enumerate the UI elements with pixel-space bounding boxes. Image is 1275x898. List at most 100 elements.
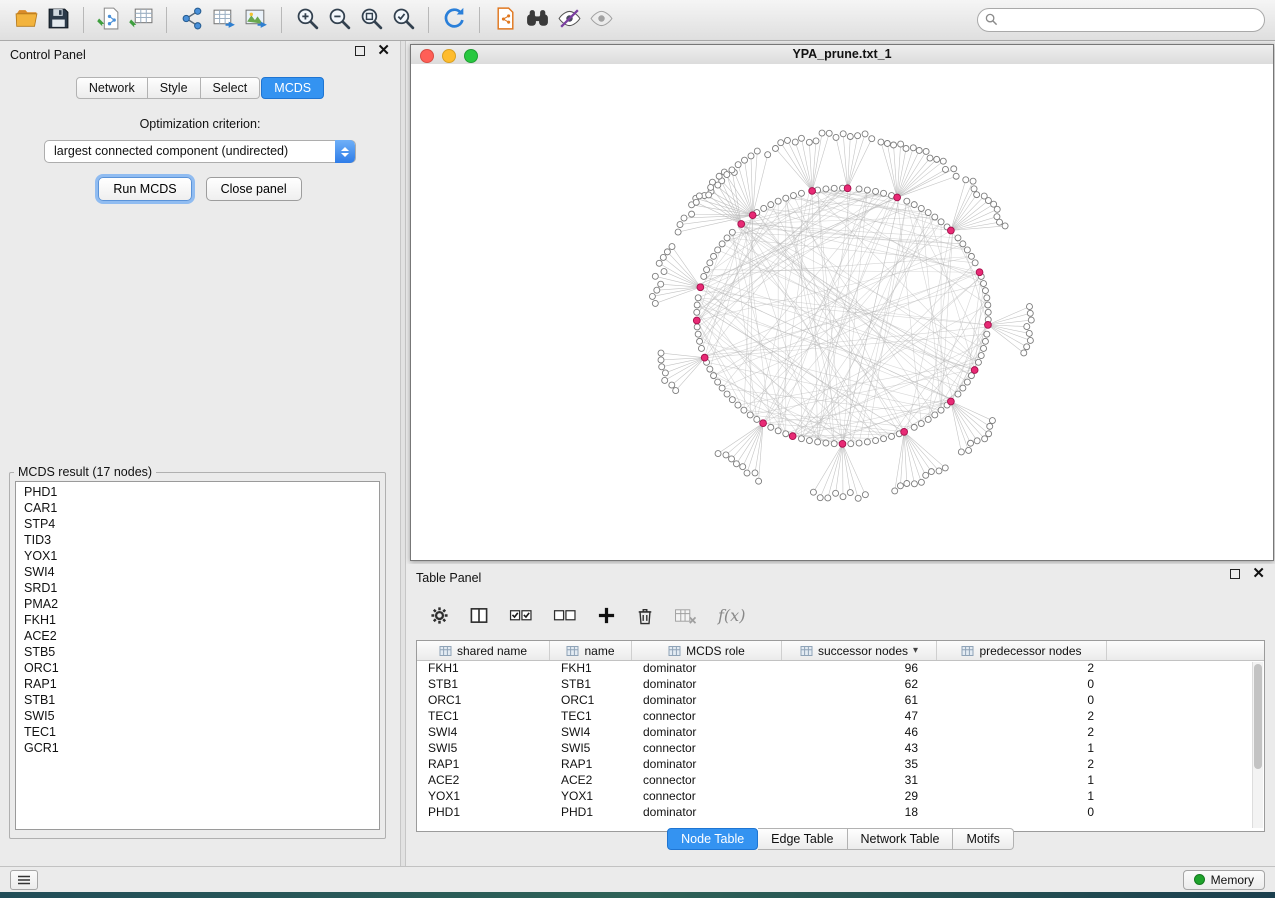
apply-layout-button[interactable] [438,4,470,36]
table-row[interactable]: PHD1PHD1dominator180 [417,804,1264,820]
window-close-icon[interactable] [420,49,434,63]
tab-style[interactable]: Style [148,77,201,99]
mcds-result-list[interactable]: PHD1CAR1STP4TID3YOX1SWI4SRD1PMA2FKH1ACE2… [15,481,380,830]
show-column-button[interactable] [469,606,489,625]
tab-network-table[interactable]: Network Table [848,828,954,850]
mcds-result-item[interactable]: ORC1 [16,660,379,676]
table-cell: dominator [632,804,782,820]
network-document-button[interactable] [489,4,521,36]
table-row[interactable]: YOX1YOX1connector291 [417,788,1264,804]
run-mcds-button[interactable]: Run MCDS [98,177,191,201]
table-cell: connector [632,772,782,788]
table-scrollbar[interactable] [1252,662,1263,828]
mcds-result-item[interactable]: SWI4 [16,564,379,580]
scrollbar-thumb[interactable] [1254,664,1262,769]
delete-column-button[interactable] [636,606,654,625]
tab-mcds[interactable]: MCDS [261,77,324,99]
memory-button[interactable]: Memory [1183,870,1265,890]
zoom-fit-button[interactable] [355,4,387,36]
import-network-button[interactable] [93,4,125,36]
show-graphics-button[interactable] [585,4,617,36]
export-table-button[interactable] [208,4,240,36]
tab-network[interactable]: Network [76,77,148,99]
table-row[interactable]: SWI5SWI5connector431 [417,740,1264,756]
mcds-result-item[interactable]: RAP1 [16,676,379,692]
close-panel-icon[interactable]: ✕ [377,45,390,57]
criterion-dropdown[interactable]: largest connected component (undirected) [44,140,356,163]
export-image-button[interactable] [240,4,272,36]
table-cell: 2 [937,708,1107,724]
column-header-name[interactable]: name [550,641,632,660]
window-zoom-icon[interactable] [464,49,478,63]
mcds-result-item[interactable]: CAR1 [16,500,379,516]
zoom-in-button[interactable] [291,4,323,36]
export-network-button[interactable] [176,4,208,36]
tab-node-table[interactable]: Node Table [667,828,758,850]
mcds-result-item[interactable]: GCR1 [16,740,379,756]
delete-table-button [674,606,698,625]
table-cell: connector [632,740,782,756]
float-table-panel-icon[interactable] [1230,569,1240,579]
column-type-icon [668,645,681,657]
column-header-predecessor-nodes[interactable]: predecessor nodes [937,641,1107,660]
close-panel-button[interactable]: Close panel [206,177,302,201]
export-table-icon [212,6,237,34]
save-session-button[interactable] [42,4,74,36]
table-row[interactable]: ACE2ACE2connector311 [417,772,1264,788]
column-header-shared-name[interactable]: shared name [417,641,550,660]
mcds-result-group: MCDS result (17 nodes) PHD1CAR1STP4TID3Y… [9,465,386,839]
import-table-button[interactable] [125,4,157,36]
add-column-button[interactable] [597,606,616,625]
mcds-result-item[interactable]: STB1 [16,692,379,708]
mcds-result-item[interactable]: SWI5 [16,708,379,724]
search-input[interactable] [977,8,1265,32]
table-row[interactable]: ORC1ORC1dominator610 [417,692,1264,708]
mcds-result-item[interactable]: ACE2 [16,628,379,644]
table-row[interactable]: FKH1FKH1dominator962 [417,660,1264,676]
window-minimize-icon[interactable] [442,49,456,63]
mcds-result-item[interactable]: TID3 [16,532,379,548]
table-cell: ORC1 [550,692,632,708]
select-all-button[interactable] [509,606,533,625]
zoom-out-button[interactable] [323,4,355,36]
function-builder-button: f(x) [718,606,745,625]
network-window-titlebar[interactable]: YPA_prune.txt_1 [411,45,1273,65]
table-row[interactable]: SWI4SWI4dominator462 [417,724,1264,740]
toolbar-separator [166,7,167,33]
network-canvas[interactable] [411,64,1273,560]
table-row[interactable]: RAP1RAP1dominator352 [417,756,1264,772]
table-panel-tabs: Node Table Edge Table Network Table Moti… [406,828,1275,850]
mcds-result-item[interactable]: TEC1 [16,724,379,740]
mcds-result-item[interactable]: PHD1 [16,484,379,500]
zoom-selected-button[interactable] [387,4,419,36]
memory-label: Memory [1211,873,1254,887]
mcds-result-item[interactable]: YOX1 [16,548,379,564]
mcds-result-item[interactable]: PMA2 [16,596,379,612]
table-cell: 1 [937,772,1107,788]
status-menu-button[interactable] [10,870,38,890]
table-row[interactable]: TEC1TEC1connector472 [417,708,1264,724]
table-row[interactable]: STB1STB1dominator620 [417,676,1264,692]
hamburger-icon [17,875,31,885]
tab-edge-table[interactable]: Edge Table [758,828,847,850]
close-table-panel-icon[interactable]: ✕ [1252,568,1265,580]
mcds-result-item[interactable]: STP4 [16,516,379,532]
mcds-result-item[interactable]: SRD1 [16,580,379,596]
column-header-mcds-role[interactable]: MCDS role [632,641,782,660]
tab-motifs[interactable]: Motifs [953,828,1013,850]
float-panel-icon[interactable] [355,46,365,56]
table-body: FKH1FKH1dominator962STB1STB1dominator620… [417,660,1264,831]
import-table-icon [129,6,154,34]
open-file-button[interactable] [10,4,42,36]
hide-graphics-button[interactable] [553,4,585,36]
table-settings-button[interactable] [430,606,449,625]
mcds-result-item[interactable]: STB5 [16,644,379,660]
zoom-out-icon [327,6,352,34]
table-cell: SWI4 [550,724,632,740]
table-cell: 2 [937,724,1107,740]
find-button[interactable] [521,4,553,36]
column-header-successor-nodes[interactable]: successor nodes▾ [782,641,937,660]
deselect-all-button[interactable] [553,606,577,625]
tab-select[interactable]: Select [201,77,261,99]
mcds-result-item[interactable]: FKH1 [16,612,379,628]
